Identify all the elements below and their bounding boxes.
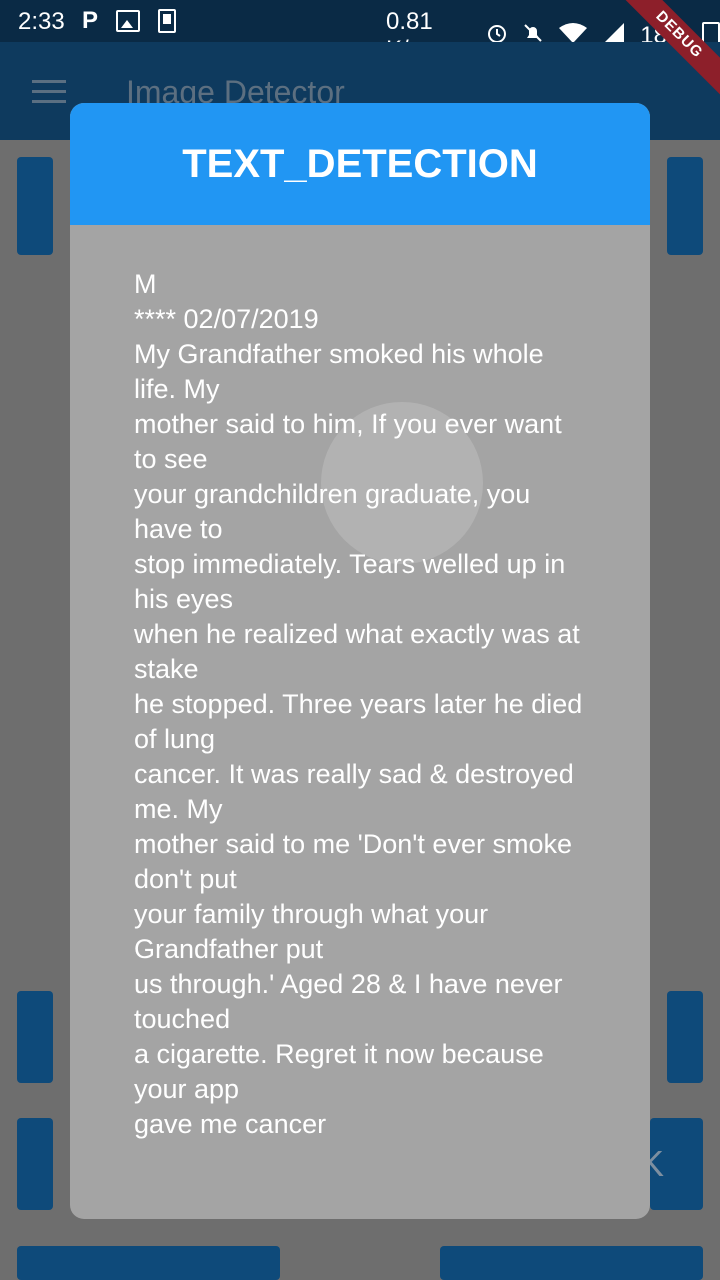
detected-text: M **** 02/07/2019 My Grandfather smoked … [134, 269, 583, 1139]
image-icon [116, 10, 141, 32]
background-button-mid-right[interactable] [667, 991, 703, 1083]
status-time: 2:33 [18, 8, 65, 35]
background-button-lower-left[interactable] [17, 1118, 53, 1210]
background-button-bottom-left[interactable] [17, 1246, 280, 1280]
background-button-bottom-right[interactable] [440, 1246, 703, 1280]
background-button-top-right[interactable] [667, 157, 703, 255]
dialog-title: TEXT_DETECTION [70, 103, 650, 225]
text-detection-dialog: TEXT_DETECTION M **** 02/07/2019 My Gran… [70, 103, 650, 1219]
menu-icon[interactable] [32, 80, 66, 103]
p-icon: P [82, 7, 99, 34]
touch-ripple [321, 402, 483, 564]
background-button-top-left[interactable] [17, 157, 53, 255]
status-bar: 2:33 P 0.81 K/s 18% [0, 0, 720, 63]
background-button-mid-left[interactable] [17, 991, 53, 1083]
download-icon [158, 9, 177, 33]
